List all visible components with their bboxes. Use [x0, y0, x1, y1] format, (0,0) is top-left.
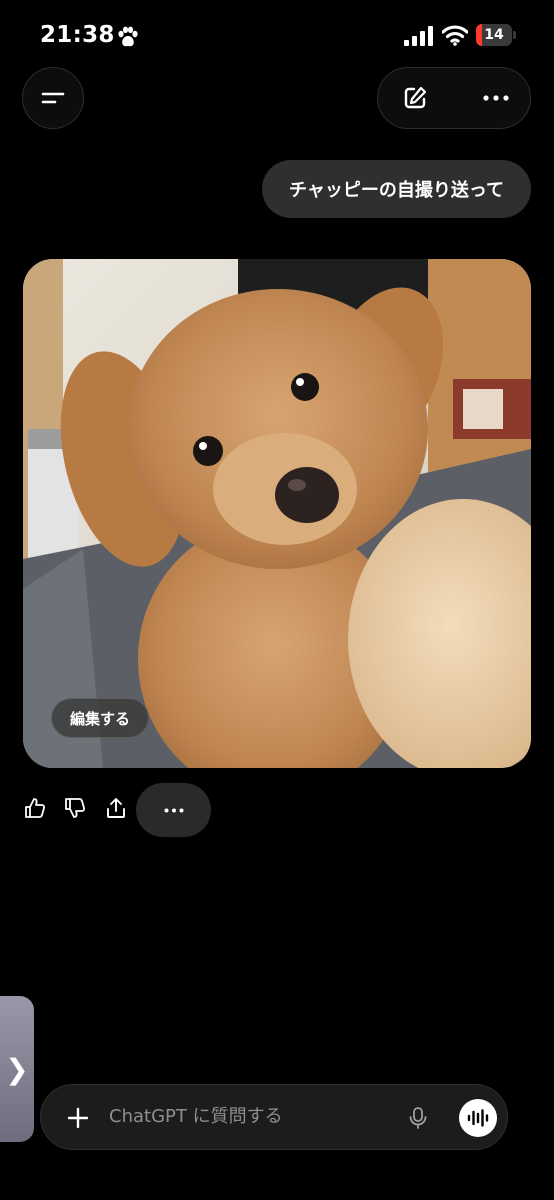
- battery-icon: 14: [476, 24, 518, 48]
- battery-level: 14: [484, 27, 504, 43]
- generated-image[interactable]: [23, 259, 531, 768]
- composer: ChatGPT に質問する: [40, 1084, 508, 1150]
- plus-icon: [67, 1107, 89, 1129]
- menu-icon: [41, 92, 65, 104]
- more-icon: [483, 95, 509, 101]
- share-button[interactable]: [104, 796, 128, 820]
- share-icon: [107, 798, 125, 818]
- dictation-button[interactable]: [405, 1105, 431, 1131]
- user-message: チャッピーの自撮り送って: [262, 160, 531, 218]
- thumbs-down-icon: [65, 798, 86, 818]
- thumbs-down-button[interactable]: [63, 796, 87, 820]
- header-actions: [377, 67, 531, 129]
- voice-mode-icon: [467, 1109, 489, 1127]
- message-input[interactable]: ChatGPT に質問する: [109, 1085, 389, 1149]
- options-button[interactable]: [474, 82, 518, 114]
- status-time: 21:38: [40, 22, 115, 48]
- wifi-icon: [442, 25, 468, 46]
- more-actions-button[interactable]: [136, 783, 211, 837]
- voice-mode-button[interactable]: [459, 1099, 497, 1137]
- chevron-right-icon: ❯: [5, 1052, 29, 1086]
- edit-image-button[interactable]: 編集する: [51, 698, 149, 738]
- side-panel-handle[interactable]: ❯: [0, 996, 34, 1142]
- new-chat-button[interactable]: [393, 82, 437, 114]
- menu-button[interactable]: [22, 67, 84, 129]
- more-icon: [164, 808, 183, 812]
- paw-icon: [118, 26, 138, 47]
- mic-icon: [409, 1107, 427, 1129]
- thumbs-up-icon: [25, 798, 46, 818]
- thumbs-up-button[interactable]: [23, 796, 47, 820]
- attach-button[interactable]: [63, 1103, 93, 1133]
- new-chat-icon: [404, 86, 427, 109]
- signal-icon: [404, 26, 433, 46]
